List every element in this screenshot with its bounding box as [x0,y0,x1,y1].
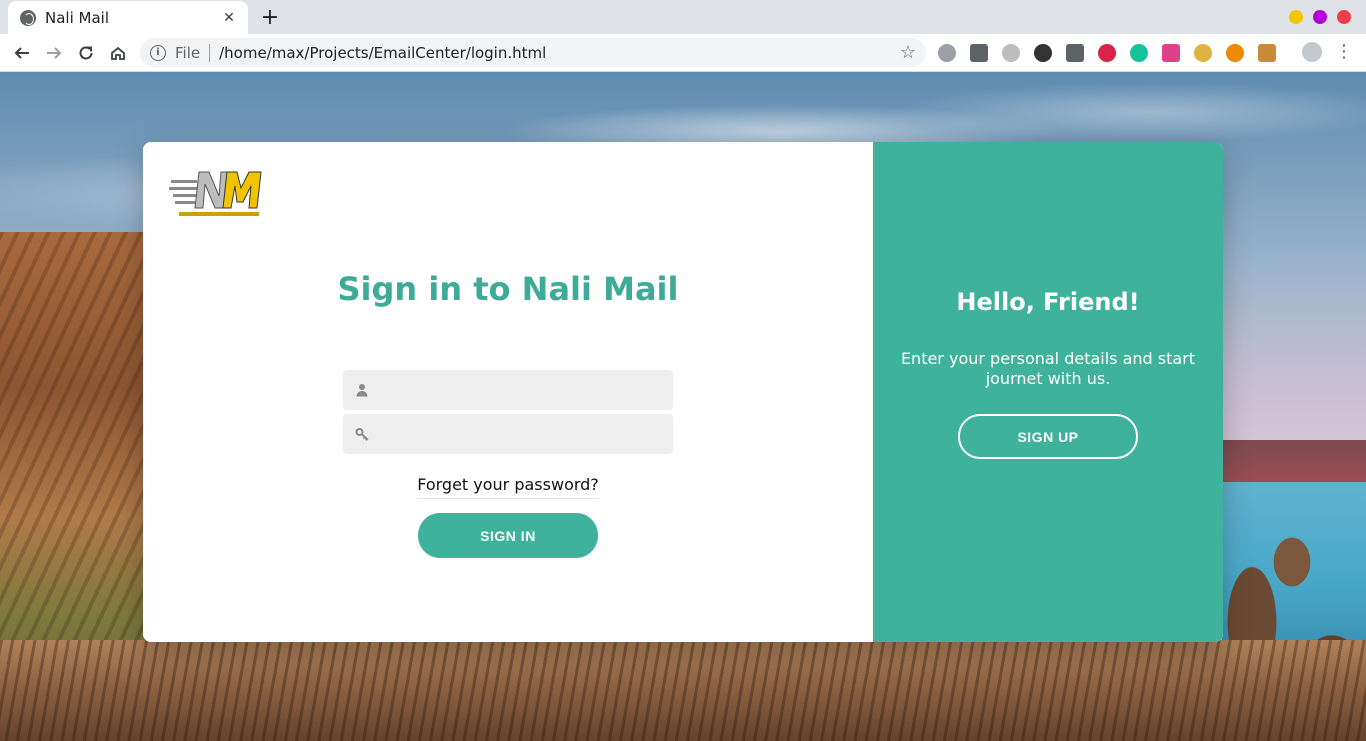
nali-mail-logo [169,171,262,216]
home-button[interactable] [105,40,131,66]
url-text[interactable]: /home/max/Projects/EmailCenter/login.htm… [219,44,900,62]
moon-extension-icon[interactable] [1162,44,1180,62]
sign-in-button[interactable]: SIGN IN [418,513,598,558]
taco-extension-icon[interactable] [1194,44,1212,62]
arrow-right-icon [47,47,62,59]
globe-icon [20,9,36,26]
sign-up-button[interactable]: SIGN UP [958,414,1138,459]
forgot-password-row: Forget your password? [143,475,873,499]
username-field[interactable] [343,370,673,410]
user-icon [356,384,368,397]
profile-avatar[interactable] [1302,42,1322,62]
github-extension-icon[interactable] [1034,44,1052,62]
new-tab-button[interactable]: + [259,5,281,30]
sign-up-promo-panel: Hello, Friend! Enter your personal detai… [873,142,1223,642]
tab-title: Nali Mail [45,8,109,27]
layers-extension-icon[interactable] [970,44,988,62]
minimize-window-button[interactable] [1289,10,1303,24]
password-input[interactable] [379,414,673,454]
browser-tab-strip: Nali Mail ✕ + [0,0,1366,34]
arrow-left-icon [14,47,29,59]
background-headland [1222,440,1366,484]
promo-title: Hello, Friend! [956,288,1140,316]
back-button[interactable] [9,40,35,66]
reload-button[interactable] [73,40,99,66]
login-card: Sign in to Nali Mail Forget your passwor… [143,142,1223,642]
sign-in-panel: Sign in to Nali Mail Forget your passwor… [143,142,873,642]
username-input[interactable] [379,370,673,410]
browser-tab[interactable]: Nali Mail ✕ [8,1,248,34]
close-tab-icon[interactable]: ✕ [220,10,238,26]
browser-menu-icon[interactable]: ⋮ [1335,41,1353,63]
eye-extension-icon[interactable] [1066,44,1084,62]
camera-extension-icon[interactable] [938,44,956,62]
maximize-window-button[interactable] [1313,10,1327,24]
grammarly-extension-icon[interactable] [1130,44,1148,62]
promo-text: Enter your personal details and start jo… [900,349,1196,388]
key-icon [355,428,369,441]
home-icon [111,46,125,60]
reload-icon [79,46,93,60]
bookmark-star-icon[interactable]: ☆ [900,42,916,63]
close-window-button[interactable] [1337,10,1351,24]
forgot-password-link[interactable]: Forget your password? [417,475,599,499]
background-cliff-bottom [0,640,1366,741]
address-divider [209,43,211,62]
page-background: Sign in to Nali Mail Forget your passwor… [0,72,1366,741]
forward-button[interactable] [41,40,67,66]
sign-in-title: Sign in to Nali Mail [337,270,679,308]
honey-extension-icon[interactable] [1226,44,1244,62]
password-field[interactable] [343,414,673,454]
info-icon[interactable]: i [150,44,166,61]
swirl-extension-icon[interactable] [1002,44,1020,62]
scheme-label: File [175,43,201,62]
browser-toolbar: i File /home/max/Projects/EmailCenter/lo… [0,34,1366,72]
cookie-extension-icon[interactable] [1258,44,1276,62]
address-bar[interactable]: i File /home/max/Projects/EmailCenter/lo… [140,38,926,67]
blocker-extension-icon[interactable] [1098,44,1116,62]
